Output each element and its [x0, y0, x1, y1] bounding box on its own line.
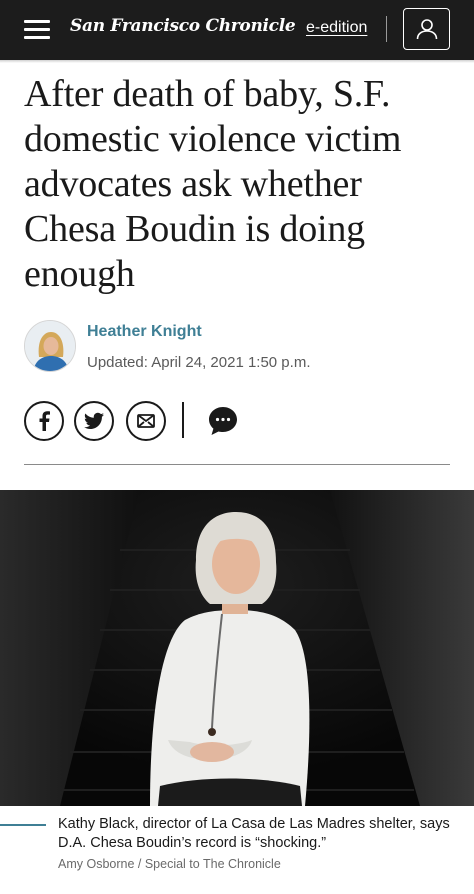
- e-edition-link[interactable]: e-edition: [306, 19, 367, 37]
- updated-timestamp: Updated: April 24, 2021 1:50 p.m.: [87, 354, 311, 371]
- author-name-link[interactable]: Heather Knight: [87, 323, 202, 341]
- article-headline: After death of baby, S.F. domestic viole…: [24, 73, 402, 295]
- article-photo[interactable]: [0, 490, 474, 806]
- photo-credit: Amy Osborne / Special to The Chronicle: [58, 857, 281, 871]
- user-icon: [416, 19, 438, 40]
- twitter-icon: [84, 412, 104, 429]
- account-button[interactable]: [403, 8, 450, 50]
- caption-accent-bar: [0, 824, 46, 826]
- menu-icon[interactable]: [24, 20, 52, 40]
- header-shadow: [0, 60, 474, 63]
- mail-icon: [137, 414, 155, 428]
- photo-caption: Kathy Black, director of La Casa de Las …: [58, 816, 450, 851]
- header-divider: [386, 16, 387, 42]
- section-rule: [24, 464, 450, 465]
- top-navigation-bar: San Francisco Chronicle e-edition: [0, 0, 474, 60]
- email-share-button[interactable]: [126, 401, 166, 441]
- twitter-share-button[interactable]: [74, 401, 114, 441]
- author-avatar[interactable]: [24, 320, 76, 372]
- facebook-share-button[interactable]: [24, 401, 64, 441]
- share-divider: [182, 402, 184, 438]
- comment-icon: [209, 407, 237, 435]
- comments-button[interactable]: [207, 405, 239, 437]
- facebook-icon: [39, 411, 50, 431]
- masthead-logo[interactable]: San Francisco Chronicle: [70, 16, 296, 36]
